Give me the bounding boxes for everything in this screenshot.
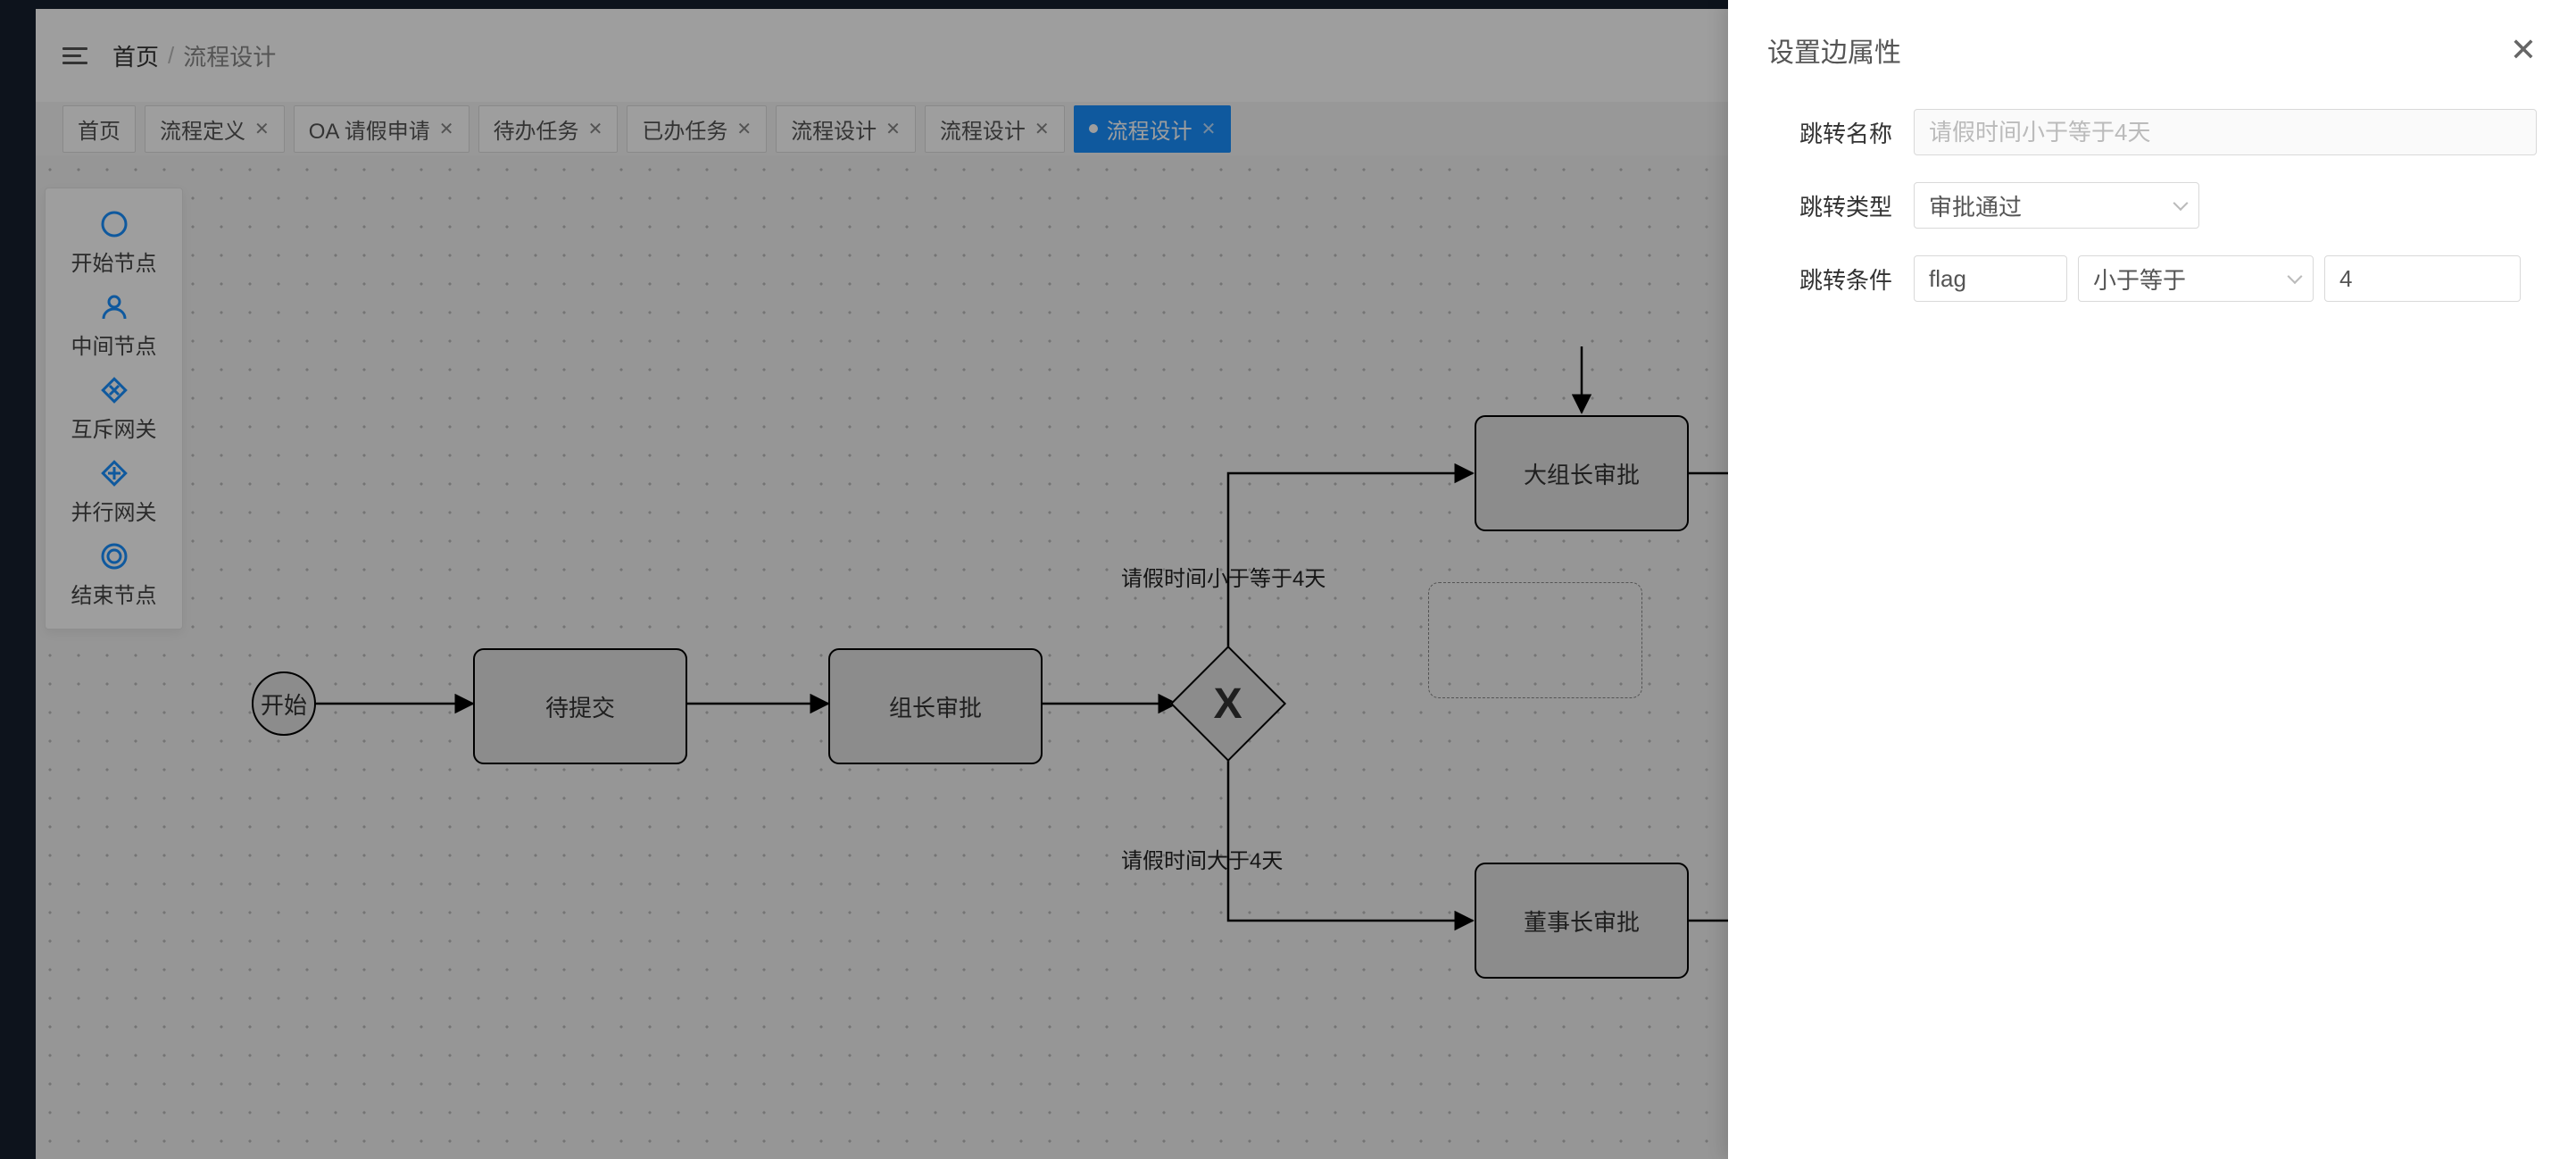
label-jump-name: 跳转名称 bbox=[1767, 116, 1892, 149]
select-value: 审批通过 bbox=[1929, 189, 2022, 222]
label-jump-condition: 跳转条件 bbox=[1767, 263, 1892, 296]
select-value: 小于等于 bbox=[2093, 263, 2186, 296]
select-condition-op[interactable]: 小于等于 bbox=[2078, 255, 2314, 302]
input-jump-name[interactable] bbox=[1914, 109, 2537, 155]
select-jump-type[interactable]: 审批通过 bbox=[1914, 182, 2199, 229]
input-condition-value[interactable] bbox=[2324, 255, 2521, 302]
drawer-title: 设置边属性 bbox=[1767, 30, 1901, 70]
edge-properties-drawer: 设置边属性 ✕ 跳转名称 跳转类型 审批通过 跳转条件 小于等于 bbox=[1728, 0, 2576, 1159]
close-icon[interactable]: ✕ bbox=[2510, 34, 2537, 66]
input-condition-var[interactable] bbox=[1914, 255, 2067, 302]
label-jump-type: 跳转类型 bbox=[1767, 189, 1892, 222]
